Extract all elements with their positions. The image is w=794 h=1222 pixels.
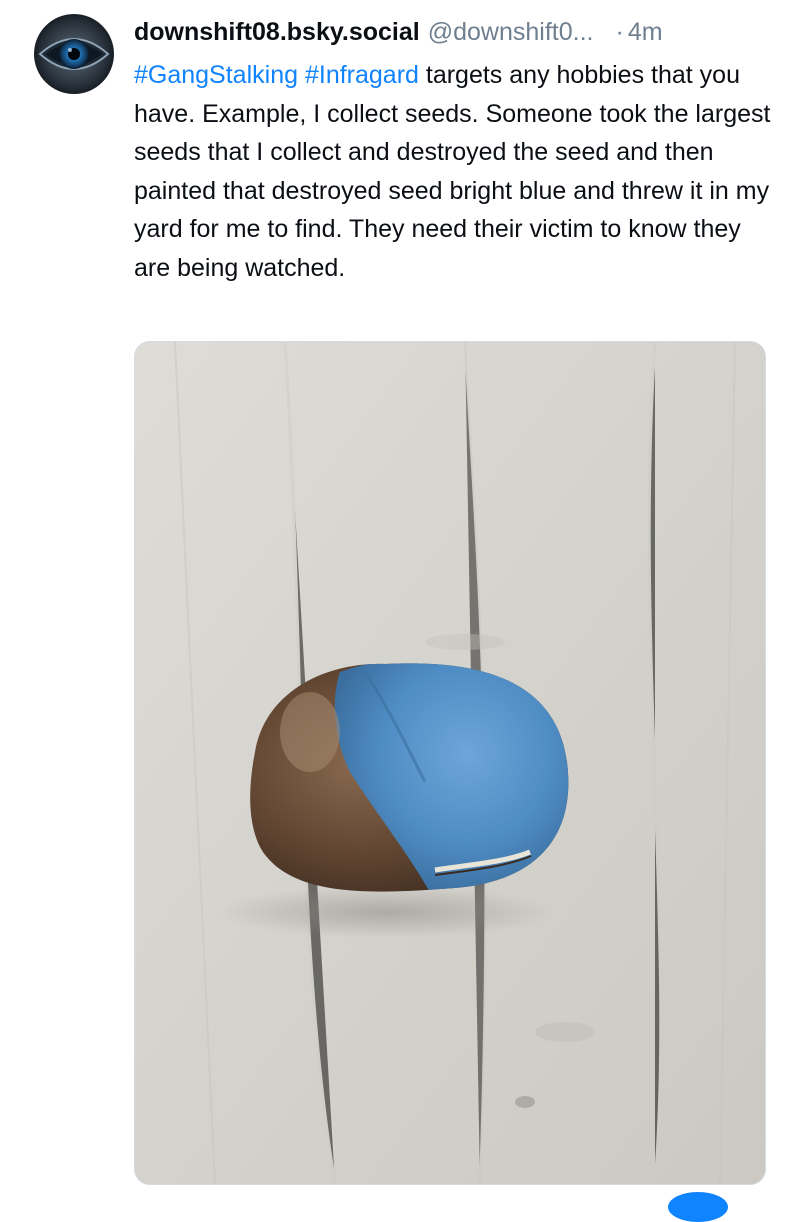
hashtag-link[interactable]: #Infragard xyxy=(305,61,419,89)
blue-painted-seed-photo xyxy=(135,342,765,1184)
post-body-content: targets any hobbies that you have. Examp… xyxy=(134,61,771,282)
author-display-name[interactable]: downshift08.bsky.social xyxy=(134,18,420,47)
author-avatar[interactable] xyxy=(34,14,114,94)
next-post-avatar-partial xyxy=(668,1192,728,1222)
post-timestamp[interactable]: 4m xyxy=(628,18,663,47)
post-header: downshift08.bsky.social @downshift0... ·… xyxy=(134,14,774,50)
author-handle[interactable]: @downshift0... xyxy=(428,18,594,47)
meta-separator: · xyxy=(615,17,624,46)
post-image[interactable] xyxy=(134,341,766,1185)
post-body-text: #GangStalking #Infragard targets any hob… xyxy=(134,56,774,287)
hashtag-link[interactable]: #GangStalking xyxy=(134,61,298,89)
hashtag-spacer xyxy=(298,61,305,89)
post-card[interactable]: downshift08.bsky.social @downshift0... ·… xyxy=(0,0,794,1222)
eye-avatar-icon xyxy=(34,14,114,94)
